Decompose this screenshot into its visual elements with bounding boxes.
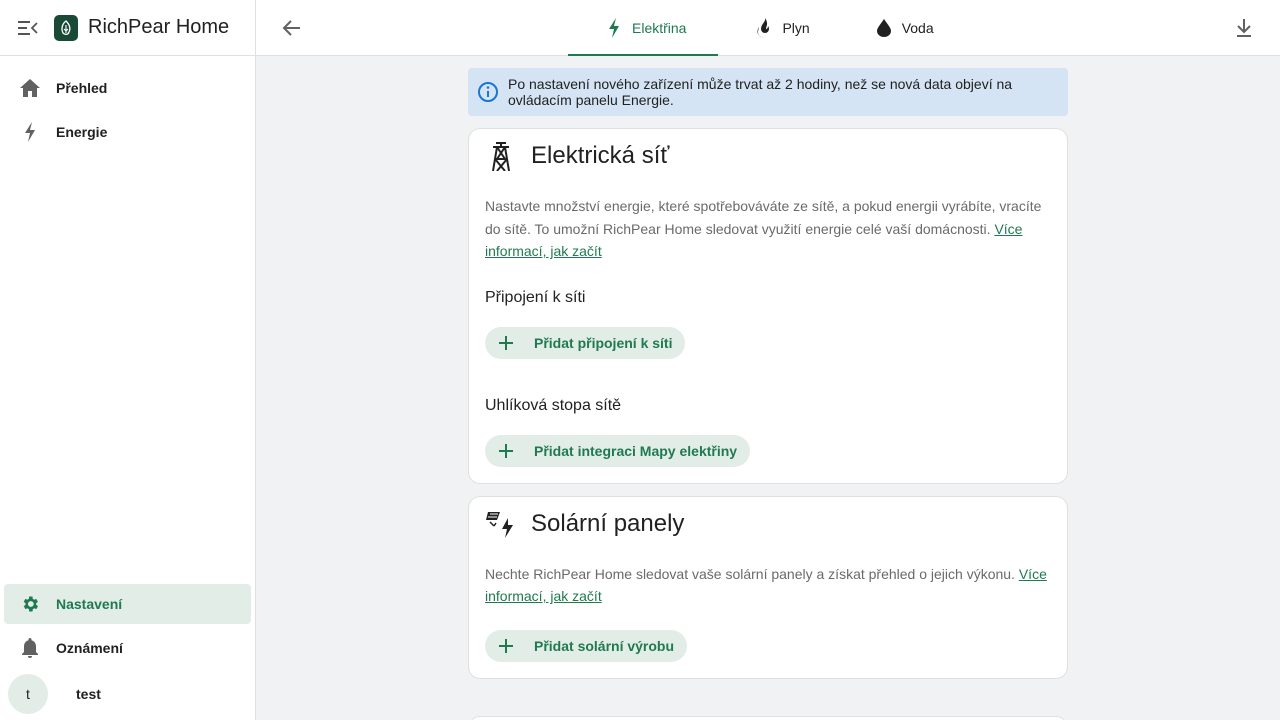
sidebar-item-oznameni[interactable]: Oznámení: [4, 628, 251, 668]
sidebar-item-energie[interactable]: Energie: [4, 112, 251, 152]
tab-label: Voda: [901, 20, 934, 36]
flame-icon: [754, 18, 774, 38]
lightning-icon: [604, 18, 624, 38]
description-text: Nechte RichPear Home sledovat vaše solár…: [485, 565, 1015, 582]
plus-icon: [497, 637, 515, 655]
tab-voda[interactable]: Voda: [842, 0, 966, 56]
info-alert: Po nastavení nového zařízení může trvat …: [468, 68, 1068, 116]
button-label: Přidat připojení k síti: [534, 334, 673, 351]
description-text: Nastavte množství energie, které spotřeb…: [485, 198, 1042, 237]
alert-text: Po nastavení nového zařízení může trvat …: [508, 76, 1013, 108]
sidebar-item-nastaveni[interactable]: Nastavení: [4, 584, 251, 624]
gear-icon: [18, 592, 42, 616]
button-label: Přidat integraci Mapy elektřiny: [534, 442, 738, 459]
sidebar-item-label: Energie: [56, 124, 108, 140]
section-title: Připojení k síti: [485, 288, 586, 306]
sidebar-item-label: Přehled: [56, 80, 108, 96]
tab-label: Elektřina: [632, 20, 687, 36]
sidebar-item-prehled[interactable]: Přehled: [4, 68, 251, 108]
back-arrow-icon[interactable]: [280, 16, 304, 40]
user-profile[interactable]: t test: [0, 672, 255, 716]
tab-plyn[interactable]: Plyn: [718, 0, 841, 56]
add-grid-connection-button[interactable]: Přidat připojení k síti: [485, 326, 686, 359]
info-icon: [476, 80, 500, 104]
card-title: Elektrická síť: [531, 142, 670, 169]
plus-icon: [497, 442, 515, 460]
top-bar: Elektřina Plyn Voda: [256, 0, 1280, 56]
user-name: test: [76, 686, 101, 702]
card-description: Nastavte množství energie, které spotřeb…: [485, 195, 1051, 263]
lightning-icon: [18, 120, 42, 144]
add-solar-production-button[interactable]: Přidat solární výrobu: [485, 629, 688, 662]
card-title: Solární panely: [531, 509, 685, 537]
energy-tabs: Elektřina Plyn Voda: [568, 0, 966, 56]
sidebar-header: RichPear Home: [0, 0, 255, 56]
solar-power-icon: [485, 508, 517, 540]
card-description: Nechte RichPear Home sledovat vaše solár…: [485, 563, 1051, 608]
plus-icon: [497, 334, 515, 352]
tab-label: Plyn: [782, 20, 810, 36]
transmission-tower-icon: [485, 140, 517, 172]
menu-collapse-icon[interactable]: [16, 16, 40, 40]
grid-card: Elektrická síť Nastavte množství energie…: [468, 128, 1068, 484]
main-content: Po nastavení nového zařízení může trvat …: [468, 68, 1068, 679]
app-logo: [54, 14, 78, 41]
app-title: RichPear Home: [88, 16, 230, 38]
section-title: Uhlíková stopa sítě: [485, 396, 622, 414]
avatar: t: [8, 674, 48, 714]
download-icon[interactable]: [1232, 16, 1256, 40]
sidebar-item-label: Nastavení: [56, 596, 123, 612]
bell-icon: [18, 636, 42, 660]
water-drop-icon: [874, 18, 894, 38]
add-electricity-map-button[interactable]: Přidat integraci Mapy elektřiny: [485, 434, 751, 467]
sidebar-item-label: Oznámení: [56, 640, 123, 656]
tab-elektrina[interactable]: Elektřina: [568, 0, 719, 56]
sidebar: RichPear Home Přehled Energie Nastavení: [0, 0, 256, 720]
next-card: [468, 716, 1068, 720]
button-label: Přidat solární výrobu: [534, 637, 675, 654]
home-icon: [18, 76, 42, 100]
solar-card: Solární panely Nechte RichPear Home sled…: [468, 495, 1068, 679]
